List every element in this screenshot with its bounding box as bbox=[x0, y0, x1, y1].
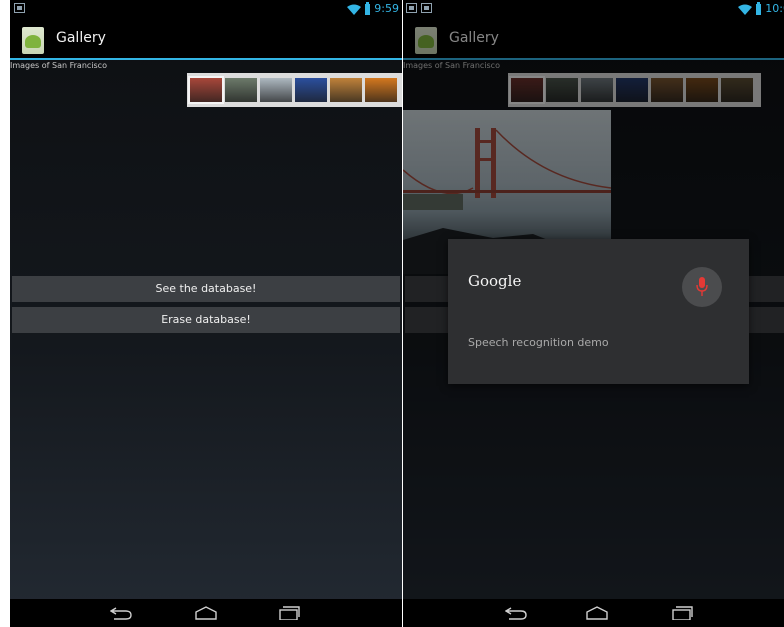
speech-recognition-dialog: Google Speech recognition demo bbox=[448, 239, 749, 384]
status-bar: 10:0 bbox=[403, 0, 784, 18]
photo-thumb-orange-sky[interactable] bbox=[365, 78, 397, 102]
google-logo: Google bbox=[468, 272, 522, 290]
microphone-icon bbox=[696, 277, 708, 296]
home-icon[interactable] bbox=[195, 606, 217, 620]
image-notification-icon bbox=[406, 3, 417, 13]
gallery-app-icon[interactable] bbox=[22, 27, 44, 54]
mic-button[interactable] bbox=[682, 267, 722, 307]
photo-thumb-city-night-blue[interactable] bbox=[295, 78, 327, 102]
see-database-button[interactable]: See the database! bbox=[12, 276, 400, 302]
status-clock: 9:59 bbox=[374, 2, 399, 15]
photo-thumb-golden-hour[interactable] bbox=[330, 78, 362, 102]
back-icon[interactable] bbox=[110, 606, 132, 620]
thumbnail-gallery[interactable] bbox=[187, 73, 402, 107]
speech-prompt: Speech recognition demo bbox=[468, 336, 609, 349]
wifi-icon bbox=[347, 4, 362, 15]
navigation-bar bbox=[10, 599, 402, 627]
back-icon[interactable] bbox=[505, 606, 527, 620]
battery-icon bbox=[756, 1, 762, 15]
status-indicators: 9:59 bbox=[347, 0, 399, 18]
notification-icon bbox=[421, 3, 432, 13]
status-indicators: 10:0 bbox=[738, 0, 784, 18]
recent-apps-icon[interactable] bbox=[278, 606, 300, 620]
erase-database-button[interactable]: Erase database! bbox=[12, 307, 400, 333]
left-screen: 9:59 Gallery Images of San Francisco See… bbox=[10, 0, 402, 627]
status-bar: 9:59 bbox=[10, 0, 402, 18]
action-bar: Gallery bbox=[10, 18, 402, 60]
wifi-icon bbox=[738, 4, 753, 15]
images-label: Images of San Francisco bbox=[10, 61, 107, 70]
photo-thumb-bridge-grey[interactable] bbox=[225, 78, 257, 102]
home-icon[interactable] bbox=[586, 606, 608, 620]
status-clock: 10:0 bbox=[765, 2, 784, 15]
right-screen: 10:0 Gallery Images of San Francisco bbox=[403, 0, 784, 627]
battery-icon bbox=[365, 1, 371, 15]
photo-thumb-bridge-fog[interactable] bbox=[260, 78, 292, 102]
navigation-bar bbox=[403, 599, 784, 627]
recent-apps-icon[interactable] bbox=[671, 606, 693, 620]
notification-icon bbox=[14, 3, 25, 13]
app-title: Gallery bbox=[56, 30, 106, 46]
photo-thumb-red-sunset[interactable] bbox=[188, 76, 224, 104]
